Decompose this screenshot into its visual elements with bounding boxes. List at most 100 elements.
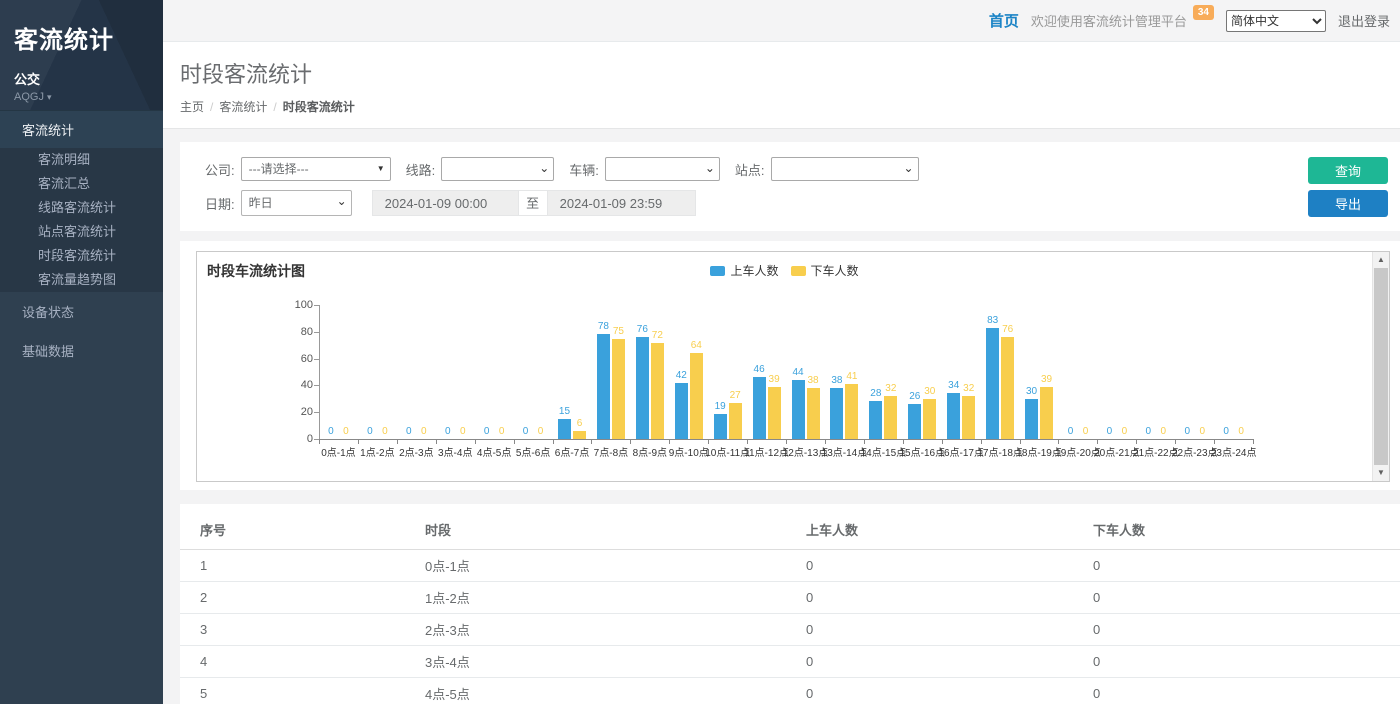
bar-value-label: 0 xyxy=(421,426,427,437)
date-preset-select[interactable]: 昨日⌄ xyxy=(241,190,352,216)
bar-value-label: 0 xyxy=(499,426,505,437)
select-chevron-icon: ⌄ xyxy=(337,189,347,213)
date-range-separator: 至 xyxy=(519,190,547,216)
bar-value-label: 30 xyxy=(1026,386,1037,397)
y-axis-label: 0 xyxy=(273,433,313,445)
table-cell: 3 xyxy=(180,614,417,646)
date-from-input[interactable]: 2024-01-09 00:00 xyxy=(372,190,519,216)
x-axis-label: 0点-1点 xyxy=(321,444,355,459)
table-head: 序号时段上车人数下车人数 xyxy=(180,504,1400,550)
bar-alighting: 64 xyxy=(690,353,703,439)
bar-value-label: 0 xyxy=(523,426,529,437)
bar-value-label: 76 xyxy=(1002,324,1013,335)
bar-alighting: 39 xyxy=(1040,387,1053,439)
bar-boarding: 30 xyxy=(1025,399,1038,439)
logout-link[interactable]: 退出登录 xyxy=(1338,11,1390,30)
bar-alighting: 32 xyxy=(962,396,975,439)
bar-value-label: 0 xyxy=(1199,426,1205,437)
x-axis-label: 23点-24点 xyxy=(1211,444,1257,459)
notification-badge[interactable]: 34 xyxy=(1193,5,1214,20)
date-label: 日期: xyxy=(205,194,235,213)
bar-boarding: 26 xyxy=(908,404,921,439)
bar-value-label: 0 xyxy=(367,426,373,437)
bar-group: 283214点-15点 xyxy=(864,305,903,439)
language-select[interactable]: 简体中文 xyxy=(1226,10,1326,32)
scrollbar-thumb[interactable] xyxy=(1374,268,1388,465)
x-axis-label: 3点-4点 xyxy=(438,444,472,459)
y-axis-label: 80 xyxy=(273,326,313,338)
date-to-input[interactable]: 2024-01-09 23:59 xyxy=(547,190,696,216)
company-select[interactable]: ---请选择---▼ xyxy=(241,157,391,181)
station-select[interactable]: ⌄ xyxy=(771,157,919,181)
bar-value-label: 76 xyxy=(637,324,648,335)
query-button[interactable]: 查询 xyxy=(1308,157,1388,184)
sidebar-section[interactable]: 客流统计 xyxy=(0,110,163,148)
app-window: 客流统计 公交 AQGJ▾ 客流统计客流明细客流汇总线路客流统计站点客流统计时段… xyxy=(0,0,1400,704)
bar-value-label: 30 xyxy=(924,386,935,397)
bar-value-label: 0 xyxy=(1238,426,1244,437)
vehicle-select[interactable]: ⌄ xyxy=(605,157,720,181)
bar-group: 343216点-17点 xyxy=(942,305,981,439)
vehicle-label: 车辆: xyxy=(569,160,599,179)
bar-group: 42649点-10点 xyxy=(669,305,708,439)
sidebar-item[interactable]: 设备状态 xyxy=(0,292,163,331)
export-button[interactable]: 导出 xyxy=(1308,190,1388,217)
x-axis-tick xyxy=(358,440,359,444)
bar-value-label: 83 xyxy=(987,315,998,326)
breadcrumb-item[interactable]: 主页 xyxy=(180,100,204,114)
table-header-row: 序号时段上车人数下车人数 xyxy=(180,504,1400,550)
column-header: 时段 xyxy=(417,504,798,550)
table-cell: 0 xyxy=(1085,550,1400,582)
table-body: 10点-1点0021点-2点0032点-3点0043点-4点0054点-5点00… xyxy=(180,550,1400,704)
table-cell: 4点-5点 xyxy=(417,678,798,704)
sidebar-subitem[interactable]: 客流明细 xyxy=(0,148,163,172)
org-code-dropdown[interactable]: AQGJ▾ xyxy=(14,91,149,103)
filter-row-1: 公司: ---请选择---▼ 线路: ⌄ 车辆: ⌄ 站点: ⌄ xyxy=(205,157,1400,181)
home-link[interactable]: 首页 xyxy=(989,10,1019,31)
bar-boarding: 28 xyxy=(869,401,882,439)
sidebar-subitem[interactable]: 站点客流统计 xyxy=(0,220,163,244)
bar-value-label: 27 xyxy=(730,390,741,401)
bar-boarding: 46 xyxy=(753,377,766,439)
table-cell: 0点-1点 xyxy=(417,550,798,582)
sidebar-subitem[interactable]: 客流汇总 xyxy=(0,172,163,196)
breadcrumb-item[interactable]: 客流统计 xyxy=(219,100,267,114)
bar-group: 000点-1点 xyxy=(319,305,358,439)
bar-value-label: 42 xyxy=(676,370,687,381)
bar-value-label: 0 xyxy=(343,426,349,437)
bar-group: 0023点-24点 xyxy=(1214,305,1253,439)
table-cell: 2 xyxy=(180,582,417,614)
chart-scrollbar[interactable]: ▲ ▼ xyxy=(1372,252,1389,481)
x-axis-tick xyxy=(630,440,631,444)
bar-value-label: 0 xyxy=(1161,426,1167,437)
line-select[interactable]: ⌄ xyxy=(441,157,554,181)
column-header: 序号 xyxy=(180,504,417,550)
table-cell: 0 xyxy=(1085,614,1400,646)
sidebar: 客流统计 公交 AQGJ▾ 客流统计客流明细客流汇总线路客流统计站点客流统计时段… xyxy=(0,0,163,704)
bar-value-label: 38 xyxy=(831,375,842,386)
table-panel: 序号时段上车人数下车人数 10点-1点0021点-2点0032点-3点0043点… xyxy=(180,504,1400,704)
x-axis-tick xyxy=(436,440,437,444)
sidebar-subitem[interactable]: 线路客流统计 xyxy=(0,196,163,220)
bar-value-label: 39 xyxy=(769,374,780,385)
bar-alighting: 39 xyxy=(768,387,781,439)
bar-value-label: 0 xyxy=(1146,426,1152,437)
scroll-up-icon[interactable]: ▲ xyxy=(1373,252,1389,268)
bar-value-label: 15 xyxy=(559,406,570,417)
x-axis-label: 9点-10点 xyxy=(669,444,709,459)
scroll-down-icon[interactable]: ▼ xyxy=(1373,465,1389,481)
sidebar-subitem[interactable]: 客流量趋势图 xyxy=(0,268,163,292)
breadcrumb-separator: / xyxy=(273,100,276,114)
bar-alighting: 32 xyxy=(884,396,897,439)
sidebar-item[interactable]: 基础数据 xyxy=(0,331,163,370)
bar-value-label: 0 xyxy=(382,426,388,437)
bar-boarding: 83 xyxy=(986,328,999,439)
chart-panel: 时段车流统计图 上车人数下车人数 020406080100000点-1点001点… xyxy=(180,241,1400,490)
bar-value-label: 32 xyxy=(885,383,896,394)
caret-down-icon: ▾ xyxy=(47,92,52,102)
sidebar-subitem[interactable]: 时段客流统计 xyxy=(0,244,163,268)
y-axis-label: 20 xyxy=(273,406,313,418)
bar-value-label: 38 xyxy=(807,375,818,386)
table-cell: 0 xyxy=(1085,582,1400,614)
bar-alighting: 75 xyxy=(612,339,625,440)
